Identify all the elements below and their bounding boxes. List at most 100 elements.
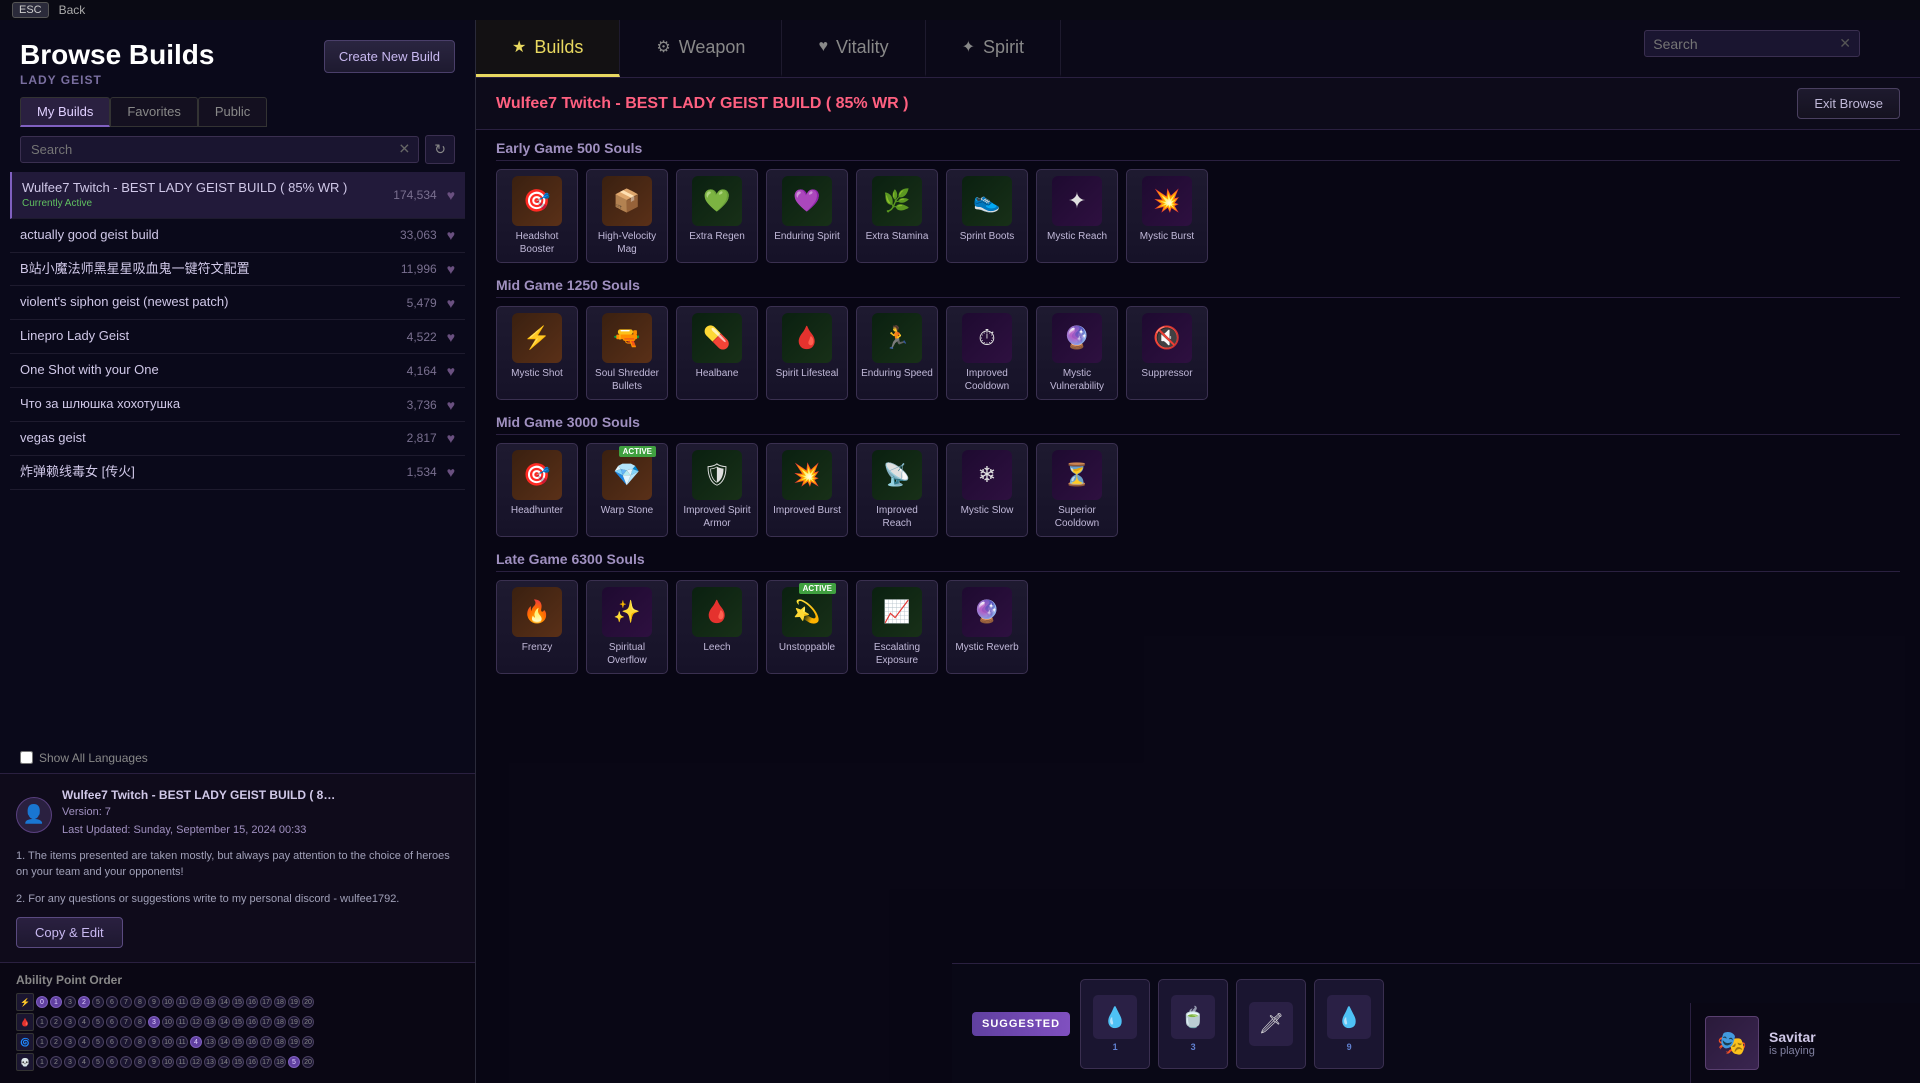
ability-row-3: 💀123456789101112131415161718520 xyxy=(16,1053,459,1071)
main-tabs: ★ Builds ⚙ Weapon ♥ Vitality ✦ Spirit ✕ xyxy=(476,20,1920,78)
tab-vitality[interactable]: ♥ Vitality xyxy=(782,20,925,77)
build-list-item[interactable]: Linepro Lady Geist 4,522 ♥ xyxy=(10,320,465,354)
build-list-item[interactable]: B站小魔法师黑星星吸血鬼一键符文配置 11,996 ♥ xyxy=(10,253,465,287)
item-card[interactable]: 🔫Soul Shredder Bullets xyxy=(586,306,668,400)
build-list-item[interactable]: 炸弹赖线毒女 [传火] 1,534 ♥ xyxy=(10,456,465,490)
item-card[interactable]: 🔮Mystic Vulnerability xyxy=(1036,306,1118,400)
item-name: Improved Spirit Armor xyxy=(681,504,753,530)
item-card[interactable]: 🏃Enduring Speed xyxy=(856,306,938,400)
build-like-button[interactable]: ♥ xyxy=(447,261,455,277)
item-icon: 🌿 xyxy=(872,176,922,226)
item-card[interactable]: ✨Spiritual Overflow xyxy=(586,580,668,674)
item-icon: ⏱ xyxy=(962,313,1012,363)
search-clear-icon[interactable]: ✕ xyxy=(399,141,411,158)
item-card[interactable]: 👟Sprint Boots xyxy=(946,169,1028,263)
tab-builds[interactable]: ★ Builds xyxy=(476,20,620,77)
build-like-button[interactable]: ♥ xyxy=(447,464,455,480)
item-card[interactable]: 🩸Leech xyxy=(676,580,758,674)
item-card[interactable]: 📡Improved Reach xyxy=(856,443,938,537)
item-card[interactable]: 🛡Improved Spirit Armor xyxy=(676,443,758,537)
build-list-item[interactable]: vegas geist 2,817 ♥ xyxy=(10,422,465,456)
build-name: B站小魔法师黑星星吸血鬼一键符文配置 xyxy=(20,261,395,278)
item-card[interactable]: ⚡Mystic Shot xyxy=(496,306,578,400)
item-card[interactable]: 💎ACTIVEWarp Stone xyxy=(586,443,668,537)
item-card[interactable]: ❄Mystic Slow xyxy=(946,443,1028,537)
builds-list: Wulfee7 Twitch - BEST LADY GEIST BUILD (… xyxy=(0,172,475,743)
build-list-item[interactable]: Что за шлюшка хохотушка 3,736 ♥ xyxy=(10,388,465,422)
ability-dot: 2 xyxy=(50,1056,62,1068)
show-all-languages-checkbox[interactable] xyxy=(20,751,33,764)
suggested-item[interactable]: 💧 1 xyxy=(1080,979,1150,1069)
create-new-build-button[interactable]: Create New Build xyxy=(324,40,455,73)
ability-dot: 13 xyxy=(204,1016,216,1028)
ability-row-2: 🌀123456789101141314151617181920 xyxy=(16,1033,459,1051)
item-name: Mystic Slow xyxy=(961,504,1014,517)
item-card[interactable]: 🎯Headshot Booster xyxy=(496,169,578,263)
build-title-highlight: BEST LADY GEIST BUILD xyxy=(625,95,821,112)
item-card[interactable]: ⏱Improved Cooldown xyxy=(946,306,1028,400)
build-like-button[interactable]: ♥ xyxy=(447,363,455,379)
item-card[interactable]: 💊Healbane xyxy=(676,306,758,400)
build-list-item[interactable]: One Shot with your One 4,164 ♥ xyxy=(10,354,465,388)
build-search-box[interactable]: ✕ xyxy=(20,136,419,163)
item-icon: 👟 xyxy=(962,176,1012,226)
item-name: High-Velocity Mag xyxy=(591,230,663,256)
main-search-clear-icon[interactable]: ✕ xyxy=(1839,35,1851,52)
refresh-button[interactable]: ↻ xyxy=(425,135,455,164)
tab-weapon[interactable]: ⚙ Weapon xyxy=(620,20,782,77)
item-name: Mystic Burst xyxy=(1140,230,1194,243)
main-search-input[interactable] xyxy=(1653,36,1833,52)
item-card[interactable]: 🩸Spirit Lifesteal xyxy=(766,306,848,400)
build-like-button[interactable]: ♥ xyxy=(447,329,455,345)
item-card[interactable]: 💚Extra Regen xyxy=(676,169,758,263)
suggested-item[interactable]: 🍵 3 xyxy=(1158,979,1228,1069)
build-detail-title: Wulfee7 Twitch - BEST LADY GEIST BUILD (… xyxy=(62,788,342,802)
item-card[interactable]: 💥Improved Burst xyxy=(766,443,848,537)
ability-dot: 16 xyxy=(246,1036,258,1048)
tab-spirit[interactable]: ✦ Spirit xyxy=(926,20,1061,77)
ability-dot: 10 xyxy=(162,1016,174,1028)
build-list-item[interactable]: actually good geist build 33,063 ♥ xyxy=(10,219,465,253)
ability-dot: 3 xyxy=(64,996,76,1008)
suggested-item[interactable]: 🗡 xyxy=(1236,979,1306,1069)
item-card[interactable]: ⏳Superior Cooldown xyxy=(1036,443,1118,537)
item-card[interactable]: 🎯Headhunter xyxy=(496,443,578,537)
build-like-button[interactable]: ♥ xyxy=(447,430,455,446)
build-like-button[interactable]: ♥ xyxy=(447,397,455,413)
spirit-icon: ✦ xyxy=(962,37,975,57)
build-like-button[interactable]: ♥ xyxy=(447,227,455,243)
item-card[interactable]: 💫ACTIVEUnstoppable xyxy=(766,580,848,674)
tab-favorites[interactable]: Favorites xyxy=(110,97,197,127)
item-card[interactable]: 🔥Frenzy xyxy=(496,580,578,674)
build-list-item[interactable]: violent's siphon geist (newest patch) 5,… xyxy=(10,286,465,320)
item-card[interactable]: 💜Enduring Spirit xyxy=(766,169,848,263)
ability-dot: 17 xyxy=(260,996,272,1008)
tab-public[interactable]: Public xyxy=(198,97,267,127)
back-button[interactable]: Back xyxy=(59,3,86,17)
item-card[interactable]: 💥Mystic Burst xyxy=(1126,169,1208,263)
build-search-input[interactable] xyxy=(31,142,390,157)
build-list-item[interactable]: Wulfee7 Twitch - BEST LADY GEIST BUILD (… xyxy=(10,172,465,219)
ability-dot: 11 xyxy=(176,1036,188,1048)
exit-browse-button[interactable]: Exit Browse xyxy=(1797,88,1900,119)
item-card[interactable]: 🌿Extra Stamina xyxy=(856,169,938,263)
item-card[interactable]: ✦Mystic Reach xyxy=(1036,169,1118,263)
ability-dot: 14 xyxy=(218,1016,230,1028)
esc-button[interactable]: ESC xyxy=(12,2,49,18)
build-like-button[interactable]: ♥ xyxy=(447,295,455,311)
main-search-box[interactable]: ✕ xyxy=(1644,30,1860,57)
item-card[interactable]: 🔇Suppressor xyxy=(1126,306,1208,400)
section-header-late: Late Game 6300 Souls xyxy=(496,551,1900,572)
tab-my-builds[interactable]: My Builds xyxy=(20,97,110,127)
item-card[interactable]: 📈Escalating Exposure xyxy=(856,580,938,674)
build-like-button[interactable]: ♥ xyxy=(447,187,455,203)
suggested-item-number: 3 xyxy=(1191,1042,1196,1052)
item-card[interactable]: 🔮Mystic Reverb xyxy=(946,580,1028,674)
suggested-item[interactable]: 💧 9 xyxy=(1314,979,1384,1069)
item-card[interactable]: 📦High-Velocity Mag xyxy=(586,169,668,263)
ability-row-icon: 🩸 xyxy=(16,1013,34,1031)
copy-and-edit-button[interactable]: Copy & Edit xyxy=(16,917,123,948)
items-container: Early Game 500 Souls🎯Headshot Booster📦Hi… xyxy=(476,130,1920,1033)
item-icon: ⏳ xyxy=(1052,450,1102,500)
ability-dot: 10 xyxy=(162,996,174,1008)
